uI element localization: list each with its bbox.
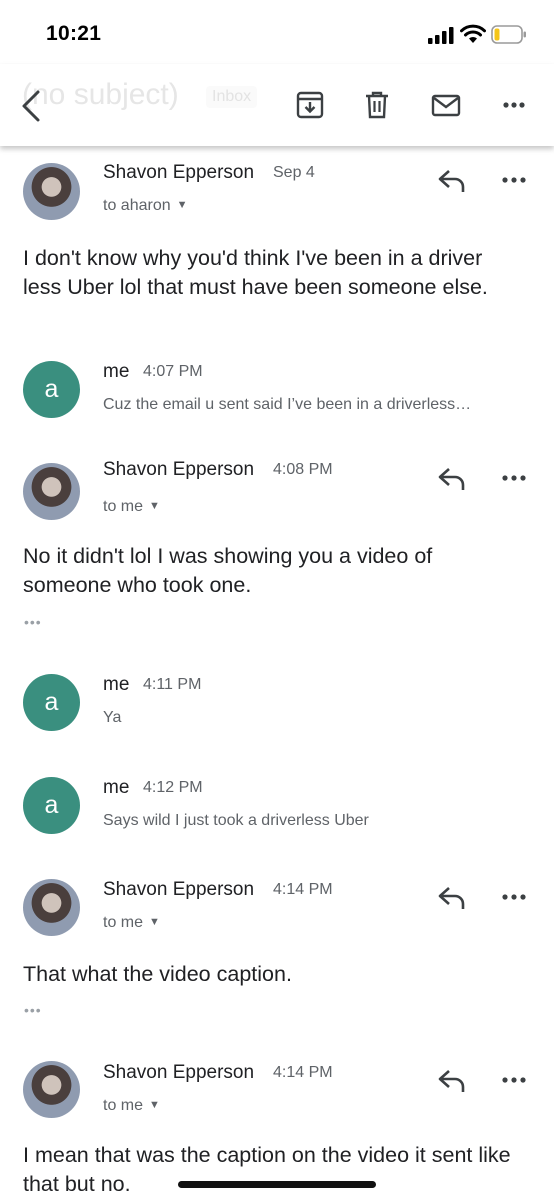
sender-name: me bbox=[103, 674, 130, 695]
inbox-label-chip[interactable]: Inbox bbox=[206, 86, 258, 108]
sender-avatar bbox=[23, 163, 80, 220]
message-expanded[interactable]: Shavon Epperson 4:14 PM to me ▼ That what… bbox=[0, 857, 554, 1041]
message-date: 4:08 PM bbox=[273, 461, 333, 478]
message-body: No it didn't lol I was showing you a vid… bbox=[23, 544, 433, 597]
message-date: 4:14 PM bbox=[273, 881, 333, 898]
message-date: 4:14 PM bbox=[273, 1064, 333, 1081]
recipient-toggle[interactable]: to me ▼ bbox=[103, 914, 160, 932]
message-snippet: Says wild I just took a driverless Uber bbox=[103, 812, 369, 829]
message-date: 4:11 PM bbox=[143, 676, 202, 693]
reply-icon[interactable] bbox=[437, 466, 467, 492]
reply-icon[interactable] bbox=[437, 1068, 467, 1094]
sender-avatar: a bbox=[23, 777, 80, 834]
more-vert-icon[interactable] bbox=[500, 175, 528, 185]
cellular-signal-icon bbox=[428, 27, 454, 44]
more-vert-icon[interactable] bbox=[500, 1075, 528, 1085]
recipient-toggle[interactable]: to me ▼ bbox=[103, 1097, 160, 1115]
sender-avatar: a bbox=[23, 674, 80, 731]
sender-name: Shavon Epperson bbox=[103, 879, 255, 900]
sender-avatar: a bbox=[23, 361, 80, 418]
message-body: I don't know why you'd think I've been i… bbox=[23, 246, 488, 299]
reply-icon[interactable] bbox=[437, 168, 467, 194]
sender-name: Shavon Epperson bbox=[103, 162, 255, 183]
message-date: Sep 4 bbox=[273, 164, 315, 181]
show-trimmed-content-button[interactable]: ••• bbox=[24, 1002, 42, 1018]
message-body: That what the video caption. bbox=[23, 962, 292, 986]
sender-avatar bbox=[23, 879, 80, 936]
email-toolbar: (no subject) Inbox bbox=[0, 64, 554, 146]
message-collapsed[interactable]: a me 4:11 PM Ya bbox=[0, 652, 554, 756]
sender-name: Shavon Epperson bbox=[103, 1062, 255, 1083]
status-bar: 10:21 bbox=[0, 0, 554, 64]
home-indicator[interactable] bbox=[178, 1181, 376, 1188]
chevron-down-icon: ▼ bbox=[149, 500, 160, 512]
message-snippet: Cuz the email u sent said I’ve been in a… bbox=[103, 396, 472, 413]
more-vert-icon[interactable] bbox=[500, 892, 528, 902]
sender-name: me bbox=[103, 361, 130, 382]
message-collapsed[interactable]: a me 4:07 PM Cuz the email u sent said I… bbox=[0, 339, 554, 442]
sender-name: me bbox=[103, 777, 130, 798]
sender-name: Shavon Epperson bbox=[103, 459, 255, 480]
recipient-toggle[interactable]: to aharon ▼ bbox=[103, 197, 188, 215]
more-vert-icon[interactable] bbox=[500, 90, 530, 120]
message-date: 4:07 PM bbox=[143, 363, 203, 380]
email-thread: Shavon Epperson Sep 4 to aharon ▼ I don't… bbox=[0, 146, 554, 1200]
trash-icon[interactable] bbox=[362, 90, 392, 120]
archive-icon[interactable] bbox=[295, 90, 325, 120]
sender-avatar bbox=[23, 1061, 80, 1118]
message-snippet: Ya bbox=[103, 709, 122, 726]
message-expanded[interactable]: Shavon Epperson Sep 4 to aharon ▼ I don't… bbox=[0, 146, 554, 340]
sender-avatar bbox=[23, 463, 80, 520]
more-vert-icon[interactable] bbox=[500, 473, 528, 483]
chevron-down-icon: ▼ bbox=[149, 916, 160, 928]
message-expanded[interactable]: Shavon Epperson 4:08 PM to me ▼ No it did… bbox=[0, 441, 554, 653]
chevron-down-icon: ▼ bbox=[176, 199, 188, 211]
message-date: 4:12 PM bbox=[143, 779, 203, 796]
chevron-down-icon: ▼ bbox=[149, 1099, 160, 1111]
message-collapsed[interactable]: a me 4:12 PM Says wild I just took a dri… bbox=[0, 755, 554, 858]
mail-icon[interactable] bbox=[431, 90, 461, 120]
show-trimmed-content-button[interactable]: ••• bbox=[24, 614, 42, 630]
message-body: I mean that was the caption on the video… bbox=[23, 1143, 511, 1196]
reply-icon[interactable] bbox=[437, 885, 467, 911]
recipient-toggle[interactable]: to me ▼ bbox=[103, 498, 160, 516]
message-expanded[interactable]: Shavon Epperson 4:14 PM to me ▼ I mean th… bbox=[0, 1040, 554, 1200]
status-time: 10:21 bbox=[46, 22, 102, 45]
back-arrow-icon[interactable] bbox=[18, 88, 48, 124]
battery-icon bbox=[491, 25, 526, 44]
wifi-icon bbox=[460, 24, 486, 43]
